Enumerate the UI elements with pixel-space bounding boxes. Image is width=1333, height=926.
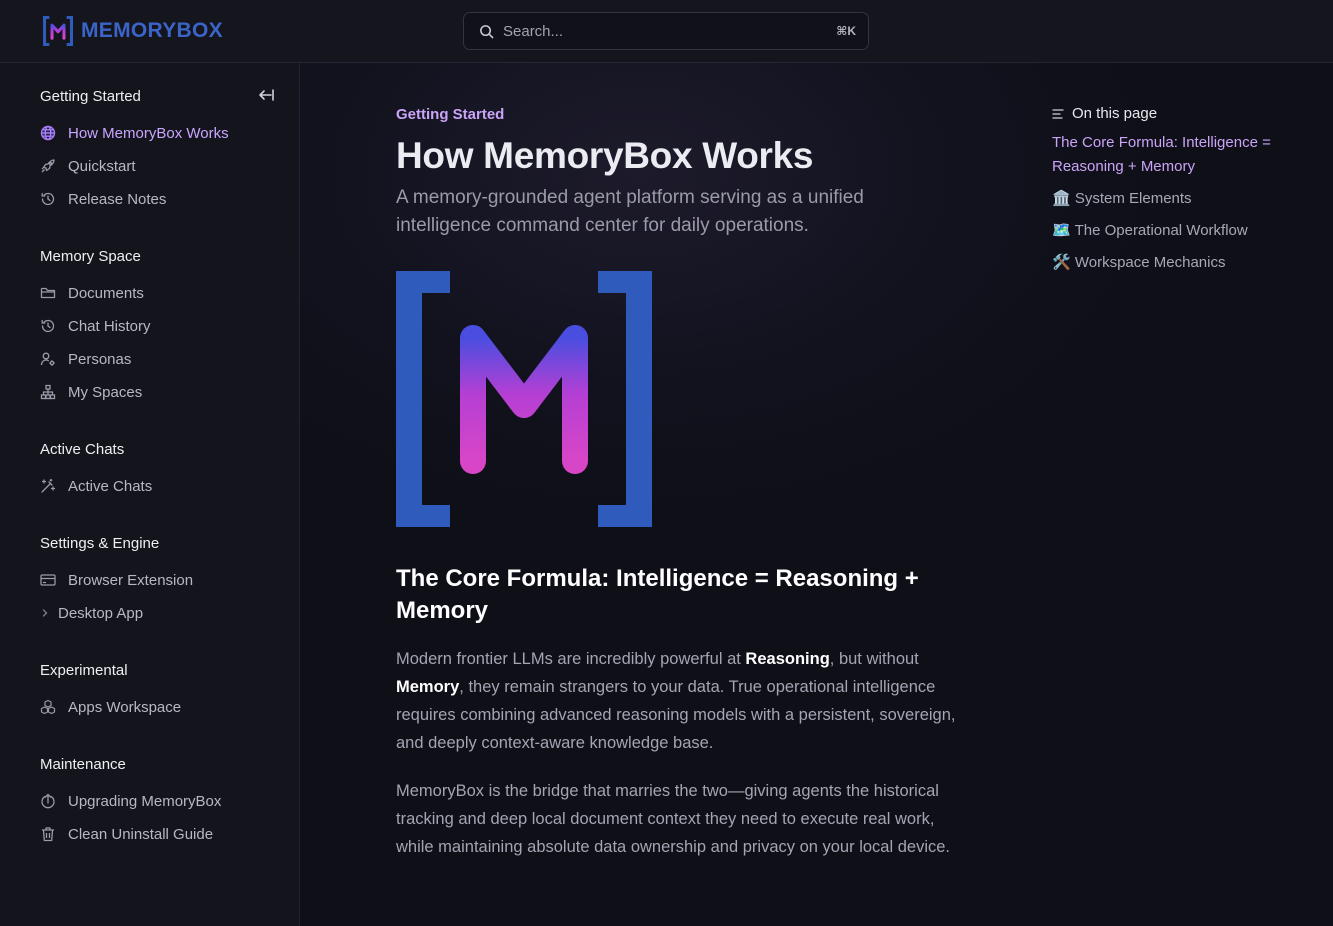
toc-item-system-elements[interactable]: 🏛️ System Elements bbox=[1052, 187, 1292, 211]
sidebar-item-my-spaces[interactable]: My Spaces bbox=[40, 381, 142, 403]
logo-mark-icon bbox=[43, 16, 73, 46]
sidebar-item-apps-workspace[interactable]: Apps Workspace bbox=[40, 696, 181, 718]
upload-icon bbox=[40, 793, 56, 809]
sidebar-section-getting-started: Getting Started bbox=[40, 88, 141, 105]
sidebar-item-desktop-app[interactable]: Desktop App bbox=[40, 602, 143, 624]
sidebar-section-maintenance: Maintenance bbox=[40, 756, 126, 773]
toc-item-workspace-mechanics[interactable]: 🛠️ Workspace Mechanics bbox=[1052, 251, 1292, 275]
page-title: How MemoryBox Works bbox=[396, 135, 814, 176]
toc-header: On this page bbox=[1052, 105, 1157, 122]
toc-item-operational-workflow[interactable]: 🗺️ The Operational Workflow bbox=[1052, 219, 1292, 243]
sidebar-item-chat-history[interactable]: Chat History bbox=[40, 315, 151, 337]
memorybox-hero-logo bbox=[396, 271, 652, 527]
network-icon bbox=[40, 384, 56, 400]
history-icon bbox=[40, 318, 56, 334]
collapse-sidebar-icon[interactable] bbox=[257, 86, 275, 104]
search-icon bbox=[480, 24, 494, 38]
sidebar-section-settings-engine: Settings & Engine bbox=[40, 535, 160, 552]
breadcrumb[interactable]: Getting Started bbox=[396, 106, 504, 123]
sidebar-item-documents[interactable]: Documents bbox=[40, 282, 144, 304]
sidebar-section-experimental: Experimental bbox=[40, 662, 128, 679]
folder-icon bbox=[40, 285, 56, 301]
rocket-icon bbox=[40, 158, 56, 174]
list-icon bbox=[1052, 108, 1064, 119]
boxes-icon bbox=[40, 699, 56, 715]
sidebar-item-browser-extension[interactable]: Browser Extension bbox=[40, 569, 193, 591]
sidebar-item-upgrading-memorybox[interactable]: Upgrading MemoryBox bbox=[40, 790, 221, 812]
sidebar-item-release-notes[interactable]: Release Notes bbox=[40, 188, 166, 210]
brand-name: MEMORYBOX bbox=[81, 19, 223, 42]
search-input[interactable]: Search... ⌘K bbox=[463, 12, 869, 50]
sidebar-item-quickstart[interactable]: Quickstart bbox=[40, 155, 136, 177]
brand-logo[interactable]: MEMORYBOX bbox=[43, 16, 223, 46]
paragraph-bridge: MemoryBox is the bridge that marries the… bbox=[396, 782, 950, 856]
credit-card-icon bbox=[40, 572, 56, 588]
magic-wand-icon bbox=[40, 478, 56, 494]
emphasis-memory: Memory bbox=[396, 678, 460, 696]
sidebar-item-active-chats[interactable]: Active Chats bbox=[40, 475, 152, 497]
search-placeholder: Search... bbox=[503, 22, 564, 40]
user-settings-icon bbox=[40, 351, 56, 367]
history-icon bbox=[40, 191, 56, 207]
toc-title: On this page bbox=[1072, 105, 1158, 122]
top-bar: MEMORYBOX Search... ⌘K bbox=[0, 0, 1333, 63]
sidebar-section-active-chats: Active Chats bbox=[40, 441, 125, 458]
chevron-right-icon bbox=[40, 605, 50, 621]
sidebar-item-personas[interactable]: Personas bbox=[40, 348, 131, 370]
globe-icon bbox=[40, 125, 56, 141]
search-shortcut: ⌘K bbox=[836, 24, 856, 38]
emphasis-reasoning: Reasoning bbox=[745, 650, 830, 668]
toc-item-core-formula[interactable]: The Core Formula: Intelligence = Reasoni… bbox=[1052, 131, 1292, 179]
page-lead: A memory-grounded agent platform serving… bbox=[396, 187, 864, 236]
section-heading-core-formula: The Core Formula: Intelligence = Reasoni… bbox=[396, 565, 919, 624]
sidebar-item-how-memorybox-works[interactable]: How MemoryBox Works bbox=[40, 122, 229, 144]
trash-icon bbox=[40, 826, 56, 842]
sidebar-item-clean-uninstall-guide[interactable]: Clean Uninstall Guide bbox=[40, 823, 213, 845]
sidebar-section-memory-space: Memory Space bbox=[40, 248, 141, 265]
paragraph-core-formula: Modern frontier LLMs are incredibly powe… bbox=[396, 650, 956, 752]
